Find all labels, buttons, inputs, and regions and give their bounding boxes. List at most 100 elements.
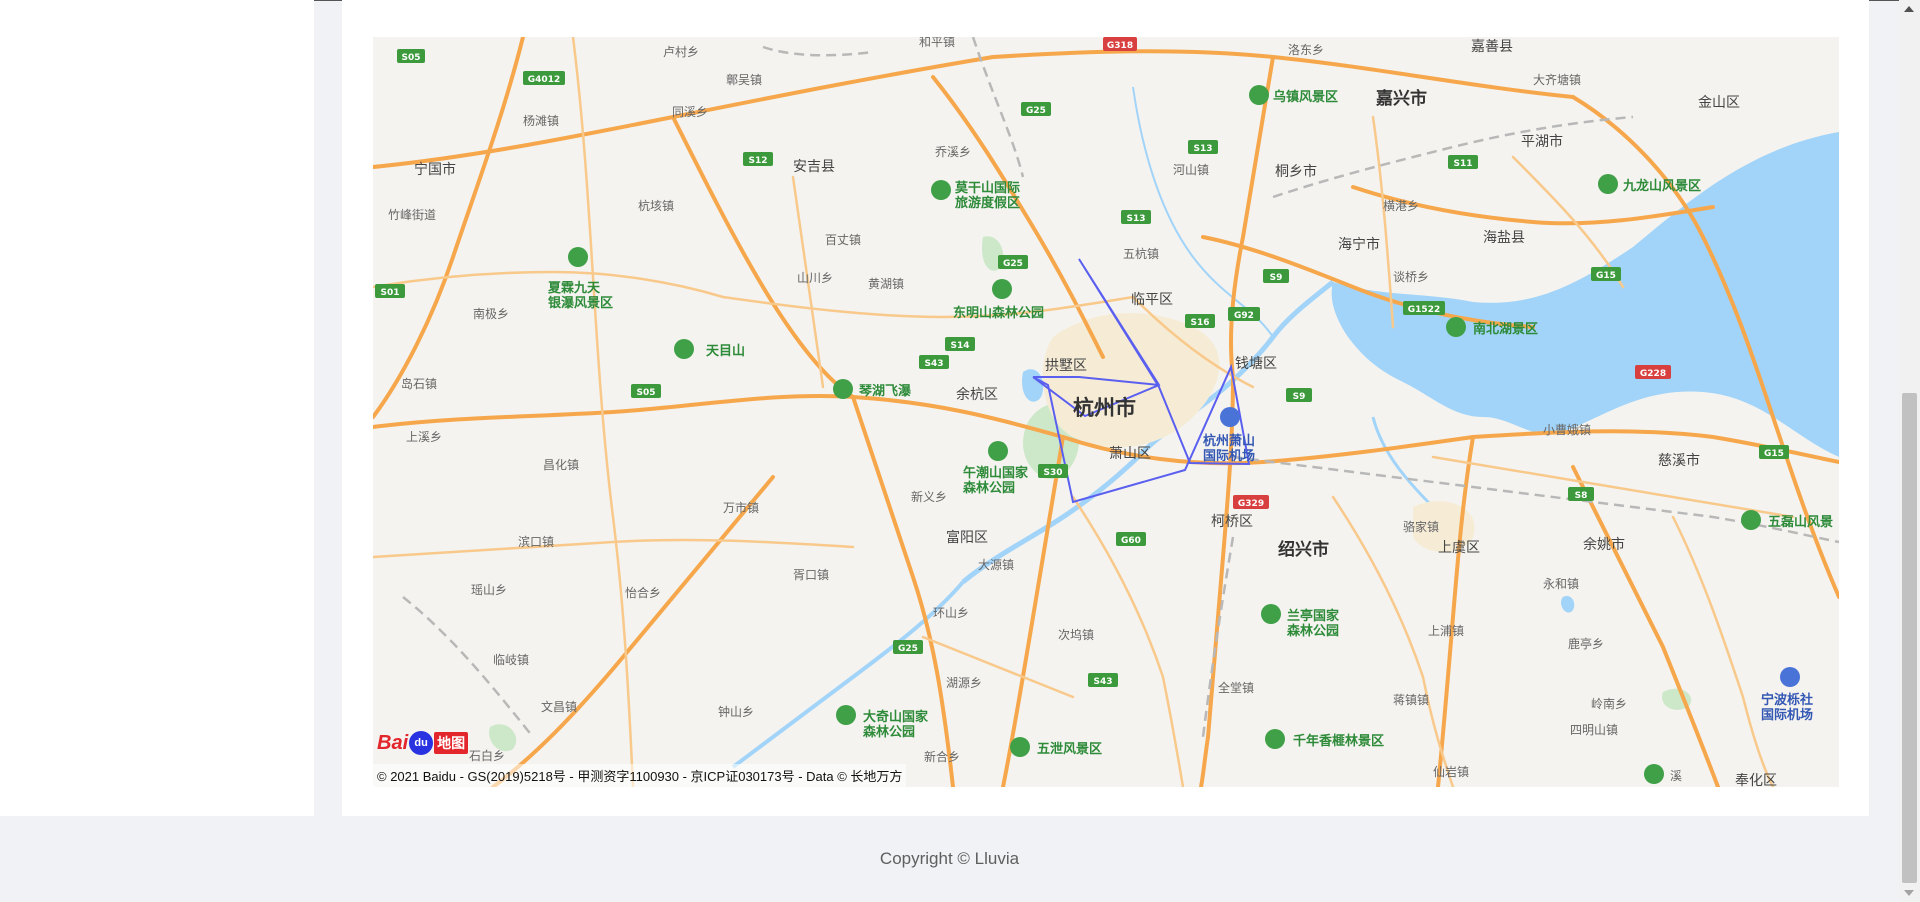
town-label: 瑶山乡 <box>471 583 507 597</box>
shield-g25: G25 <box>898 644 918 654</box>
place-label: 安吉县 <box>793 159 835 175</box>
scenic-label: 琴湖飞瀑 <box>859 383 912 399</box>
town-label: 洛东乡 <box>1288 42 1324 57</box>
town-label: 大齐塘镇 <box>1533 72 1581 87</box>
town-label: 湖源乡 <box>946 675 982 690</box>
town-label: 鹿亭乡 <box>1568 636 1604 651</box>
shield-s9: S9 <box>1270 273 1283 283</box>
shield-g329: G329 <box>1238 499 1264 509</box>
town-label: 大源镇 <box>978 558 1014 572</box>
baidu-logo-text: Bai <box>377 731 409 754</box>
place-label: 金山区 <box>1698 95 1740 111</box>
town-label: 黄湖镇 <box>868 276 904 291</box>
place-label: 海宁市 <box>1338 236 1380 253</box>
hangzhou-bay-water <box>1331 132 1839 457</box>
place-label: 临平区 <box>1131 292 1173 308</box>
scenic-label: 南北湖景区 <box>1473 321 1538 337</box>
town-label: 四明山镇 <box>1570 723 1618 737</box>
town-label: 石白乡 <box>469 748 505 763</box>
town-label: 岛石镇 <box>401 376 437 391</box>
place-label: 余杭区 <box>956 386 998 403</box>
scenic-label: 午潮山国家森林公园 <box>963 465 1029 496</box>
scroll-down-arrow-icon[interactable] <box>1904 890 1914 896</box>
scenic-label: 东明山森林公园 <box>953 305 1044 321</box>
town-label: 上浦镇 <box>1428 624 1464 638</box>
scenic-label: 兰亭国家森林公园 <box>1287 608 1340 639</box>
shield-s05: S05 <box>401 53 420 63</box>
city-label: 杭州市 <box>1073 396 1136 420</box>
shield-s05: S05 <box>636 388 655 398</box>
town-label: 仙岩镇 <box>1433 764 1469 779</box>
page-scrollbar[interactable] <box>1899 0 1920 902</box>
town-label: 同溪乡 <box>672 105 708 119</box>
scenic-label: 大奇山国家森林公园 <box>863 709 929 740</box>
fuchun-river <box>731 580 965 769</box>
town-label: 新合乡 <box>924 749 960 764</box>
airport-label: 宁波栎社国际机场 <box>1761 692 1813 723</box>
reservoir <box>1560 595 1575 613</box>
scroll-up-arrow-icon[interactable] <box>1904 6 1914 12</box>
town-label: 滨口镇 <box>518 534 554 549</box>
town-label: 蒋镇镇 <box>1393 693 1429 707</box>
city-label: 嘉兴市 <box>1375 88 1427 109</box>
place-label: 上虞区 <box>1438 540 1480 556</box>
scenic-label: 五磊山风景 <box>1768 514 1833 530</box>
town-label: 钟山乡 <box>718 704 754 719</box>
town-label: 万市镇 <box>723 500 759 515</box>
town-label: 山川乡 <box>797 271 833 285</box>
town-label: 南极乡 <box>473 306 509 321</box>
town-label: 文昌镇 <box>541 699 577 714</box>
shield-g25: G25 <box>1026 106 1046 116</box>
town-label: 上溪乡 <box>406 430 442 444</box>
shield-g60: G60 <box>1121 536 1141 546</box>
place-label: 慈溪市 <box>1658 452 1700 469</box>
town-label: 杭垓镇 <box>638 198 674 213</box>
town-label: 百丈镇 <box>825 233 861 247</box>
place-label: 平湖市 <box>1521 133 1563 150</box>
shield-g15: G15 <box>1596 271 1616 281</box>
town-label: 胥口镇 <box>793 568 829 582</box>
baidu-paw-icon: du <box>409 731 434 755</box>
baidu-logo-ditu: 地图 <box>434 732 469 754</box>
scenic-label: 九龙山风景区 <box>1622 178 1701 194</box>
place-label: 余姚市 <box>1583 536 1625 553</box>
shield-s14: S14 <box>950 341 969 351</box>
lake-west <box>1022 369 1044 402</box>
baidu-map-logo[interactable]: Bai du 地图 <box>377 729 469 757</box>
shield-s43: S43 <box>924 359 943 369</box>
town-label: 岭南乡 <box>1591 696 1627 711</box>
town-label: 环山乡 <box>933 606 969 620</box>
town-label: 河山镇 <box>1173 163 1209 177</box>
place-label: 嘉善县 <box>1471 39 1513 55</box>
scenic-label: 五泄风景区 <box>1037 741 1102 757</box>
shield-s30: S30 <box>1043 468 1062 478</box>
town-label: 骆家镇 <box>1403 519 1439 534</box>
shield-s43: S43 <box>1093 677 1112 687</box>
town-label: 乔溪乡 <box>935 145 971 159</box>
place-label: 富阳区 <box>946 529 988 546</box>
town-label: 新义乡 <box>911 489 947 504</box>
town-label: 昌化镇 <box>543 458 579 472</box>
town-label: 临岐镇 <box>493 653 529 667</box>
shield-s8: S8 <box>1575 491 1588 501</box>
scenic-label: 乌镇风景区 <box>1273 89 1338 105</box>
town-label: 竹峰街道 <box>388 208 436 222</box>
baidu-map[interactable]: S05 G4012 G318 G25 S12 S13 S13 S11 G25 S… <box>373 37 1839 787</box>
town-label: 溪 <box>1670 769 1682 783</box>
town-label: 谈桥乡 <box>1393 270 1429 284</box>
place-label: 宁国市 <box>414 161 456 178</box>
town-label: 五杭镇 <box>1123 246 1159 261</box>
place-label: 萧山区 <box>1109 446 1151 462</box>
shield-s13: S13 <box>1126 214 1145 224</box>
map-attribution: © 2021 Baidu - GS(2019)5218号 - 甲测资字11009… <box>373 764 907 787</box>
scenic-label: 夏霖九天银瀑风景区 <box>547 281 613 311</box>
scrollbar-thumb[interactable] <box>1902 393 1917 883</box>
scenic-label: 天目山 <box>706 343 745 359</box>
town-label: 和平镇 <box>919 37 955 49</box>
town-label: 杨滩镇 <box>523 113 559 128</box>
shield-s9: S9 <box>1293 392 1306 402</box>
shield-g92: G92 <box>1234 311 1254 321</box>
town-label: 永和镇 <box>1543 577 1579 591</box>
scenic-label: 千年香榧林景区 <box>1293 733 1384 749</box>
town-label: 鄣吴镇 <box>726 72 762 87</box>
